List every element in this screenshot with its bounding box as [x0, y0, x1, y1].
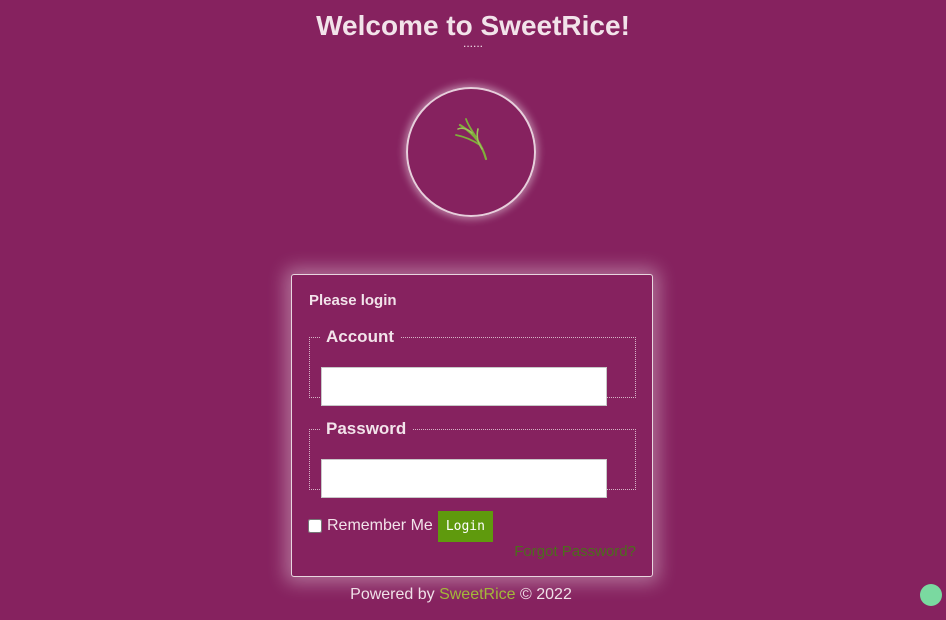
- forgot-password-link[interactable]: Forgot Password?: [514, 543, 636, 560]
- remember-me-label: Remember Me: [327, 517, 433, 534]
- password-legend: Password: [326, 419, 407, 438]
- password-input[interactable]: [321, 459, 607, 498]
- logo: [406, 87, 536, 217]
- page-subtitle: ......: [462, 36, 483, 50]
- password-fieldset: Password: [309, 419, 636, 498]
- account-legend: Account: [326, 327, 394, 346]
- remember-row: Remember Me Login: [308, 510, 493, 542]
- login-button[interactable]: Login: [437, 510, 493, 542]
- status-indicator[interactable]: [920, 584, 942, 606]
- login-form: Please login Account Password Remember M…: [291, 274, 653, 577]
- login-page: Welcome to SweetRice! ...... Please logi…: [0, 0, 946, 620]
- footer: Powered by SweetRice © 2022: [0, 586, 922, 604]
- remember-me-checkbox[interactable]: [308, 519, 322, 533]
- account-fieldset: Account: [309, 327, 636, 406]
- footer-sweetrice-link[interactable]: SweetRice: [439, 586, 515, 603]
- footer-suffix: © 2022: [515, 586, 572, 603]
- login-heading: Please login: [309, 292, 397, 309]
- account-input[interactable]: [321, 367, 607, 406]
- footer-prefix: Powered by: [350, 586, 440, 603]
- rice-stalk-icon: [455, 118, 488, 161]
